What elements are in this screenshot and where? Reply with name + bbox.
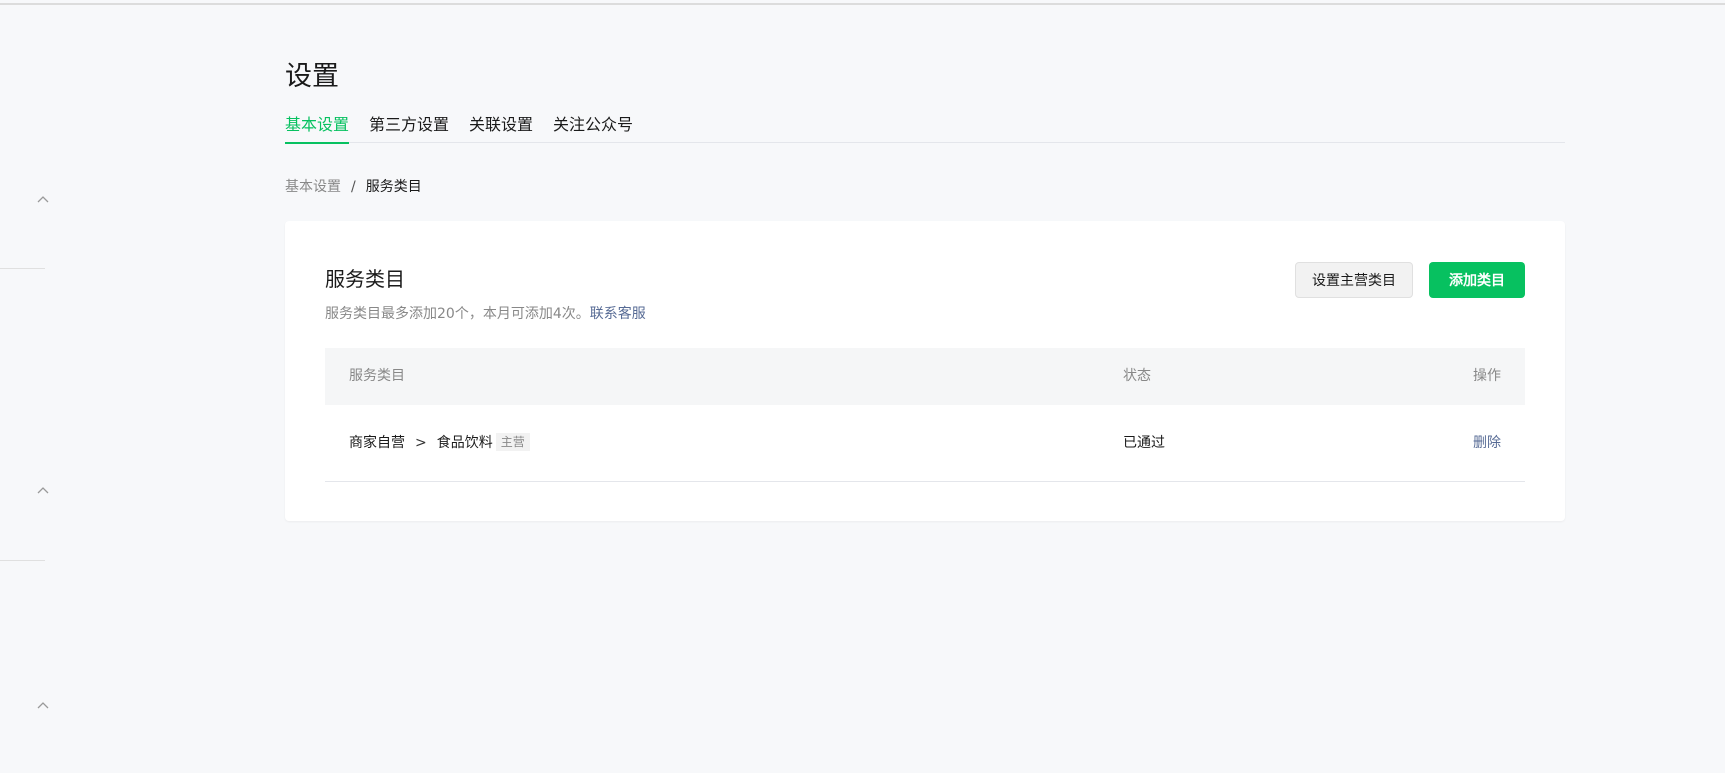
sidebar-divider: [0, 560, 45, 561]
category-table: 服务类目 状态 操作 商家自营 > 食品饮料 主营 已通过 删除: [325, 348, 1525, 482]
contact-support-link[interactable]: 联系客服: [590, 306, 646, 322]
delete-link[interactable]: 删除: [1473, 405, 1501, 482]
table-row: 商家自营 > 食品饮料 主营 已通过 删除: [325, 405, 1525, 482]
service-category-card: 服务类目 服务类目最多添加20个，本月可添加4次。联系客服 设置主营类目 添加类…: [285, 221, 1565, 521]
tab-follow-official-account[interactable]: 关注公众号: [553, 113, 633, 143]
category-cell: 商家自营 > 食品饮料 主营: [349, 405, 530, 482]
card-title: 服务类目: [325, 267, 405, 291]
chevron-up-icon[interactable]: [36, 483, 50, 497]
breadcrumb-basic-settings[interactable]: 基本设置: [285, 179, 341, 195]
set-main-category-button[interactable]: 设置主营类目: [1295, 262, 1413, 298]
header-category: 服务类目: [349, 368, 405, 384]
main-category-tag: 主营: [495, 433, 530, 451]
tab-association-settings[interactable]: 关联设置: [469, 113, 533, 143]
sidebar-divider: [0, 268, 45, 269]
settings-tabs: 基本设置 第三方设置 关联设置 关注公众号: [285, 113, 1565, 144]
card-description-text: 服务类目最多添加20个，本月可添加4次。: [325, 306, 590, 322]
category-separator: >: [415, 435, 427, 451]
page-title: 设置: [285, 61, 339, 92]
sidebar: [0, 0, 50, 773]
category-name: 食品饮料: [436, 435, 493, 451]
tab-basic-settings[interactable]: 基本设置: [285, 113, 350, 144]
breadcrumb: 基本设置 / 服务类目: [285, 176, 422, 196]
chevron-up-icon[interactable]: [36, 698, 50, 712]
parent-category: 商家自营: [349, 435, 405, 451]
breadcrumb-current: 服务类目: [365, 179, 422, 195]
table-header: 服务类目 状态 操作: [325, 348, 1525, 405]
add-category-button[interactable]: 添加类目: [1429, 262, 1525, 298]
tab-third-party-settings[interactable]: 第三方设置: [369, 113, 449, 143]
chevron-up-icon[interactable]: [36, 192, 50, 206]
status-cell: 已通过: [1123, 435, 1165, 451]
card-description: 服务类目最多添加20个，本月可添加4次。联系客服: [325, 303, 646, 323]
header-action: 操作: [1473, 368, 1501, 384]
breadcrumb-separator: /: [351, 179, 356, 195]
header-status: 状态: [1123, 368, 1151, 384]
top-divider: [0, 3, 1725, 5]
